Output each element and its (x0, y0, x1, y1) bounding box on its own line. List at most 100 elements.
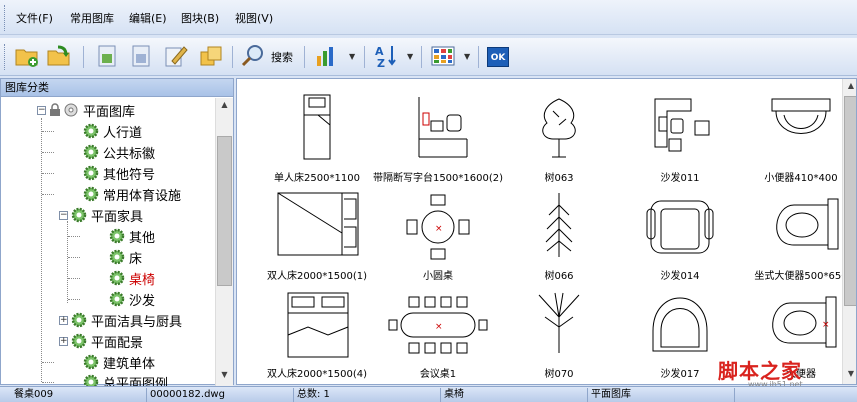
menu-file[interactable]: 文件(F) (16, 10, 53, 26)
tree-connector (67, 221, 68, 303)
urinal-drawing (771, 98, 831, 134)
search-label[interactable]: 搜索 (271, 49, 293, 65)
expand-icon[interactable]: + (59, 336, 68, 346)
tree-item-other-symbols[interactable]: 其他符号 (83, 163, 155, 183)
toolbar-separator (421, 46, 422, 68)
gear-icon (109, 228, 125, 244)
tree-connector (41, 118, 42, 382)
scroll-thumb[interactable] (844, 96, 856, 306)
tree-item-site-plan-legend[interactable]: 总平面图例 (83, 372, 168, 386)
tree-item-label: 平面家具 (91, 209, 144, 225)
tree-item-label: 建筑单体 (103, 356, 156, 372)
tree-item-sidewalk[interactable]: 人行道 (83, 121, 142, 141)
grid-view-icon[interactable] (430, 43, 456, 69)
open-folder-icon[interactable] (46, 43, 72, 69)
svg-text:×: × (435, 322, 443, 332)
menu-view[interactable]: 视图(V) (235, 10, 273, 26)
status-item-name: 餐桌009 (0, 388, 147, 402)
gear-icon (109, 249, 125, 265)
toolbar-separator (83, 46, 84, 68)
tree-item-label: 桌椅 (129, 272, 156, 288)
tree-item-plan-library[interactable]: − 平面图库 (37, 100, 135, 120)
tree-item-other[interactable]: 其他 (109, 226, 155, 246)
status-category: 桌椅 (441, 388, 588, 402)
corner-sofa-drawing (654, 98, 710, 152)
double-bed-drawing (287, 292, 349, 358)
status-bar: 餐桌009 00000182.dwg 总数: 1 桌椅 平面图库 (0, 386, 857, 402)
tree-connector (68, 299, 80, 300)
new-folder-icon[interactable] (14, 43, 40, 69)
search-icon[interactable] (240, 43, 266, 69)
import-icon[interactable] (94, 43, 120, 69)
tree-item-label: 其他符号 (103, 167, 156, 183)
tree-drawing (542, 98, 576, 158)
tree-item-buildings[interactable]: 建筑单体 (83, 352, 155, 372)
chart-icon[interactable] (314, 43, 340, 69)
expand-icon[interactable]: + (59, 315, 68, 325)
tree-item-label: 平面洁具与厨具 (91, 314, 183, 330)
menu-bar: 文件(F) 常用图库 编辑(E) 图块(B) 视图(V) (0, 0, 857, 35)
toolbar-separator (478, 46, 479, 68)
view-dropdown-icon[interactable]: ▼ (464, 52, 470, 61)
gear-icon (71, 333, 87, 349)
tree-connector (68, 257, 80, 258)
block-thumbnail[interactable]: 小便器410*400 (742, 87, 856, 187)
status-count: 总数: 1 (294, 388, 441, 402)
single-bed-drawing (303, 94, 331, 160)
tree-item-bed[interactable]: 床 (109, 247, 142, 267)
chart-dropdown-icon[interactable]: ▼ (349, 52, 355, 61)
export-icon[interactable] (128, 43, 154, 69)
tree-scrollbar[interactable]: ▲ ▼ (215, 98, 233, 386)
scroll-down-icon[interactable]: ▼ (845, 369, 856, 383)
edit-icon[interactable] (162, 43, 188, 69)
sort-dropdown-icon[interactable]: ▼ (407, 52, 413, 61)
gear-icon (83, 354, 99, 370)
library-icon (64, 103, 78, 117)
tree-item-sports-facilities[interactable]: 常用体育设施 (83, 184, 181, 204)
tree-item-label: 人行道 (103, 125, 143, 141)
collapse-icon[interactable]: − (59, 210, 68, 220)
toolbar-grip[interactable] (4, 44, 7, 70)
tree-connector (42, 152, 54, 153)
menu-edit[interactable]: 编辑(E) (129, 10, 167, 26)
category-panel-header: 图库分类 (1, 79, 233, 97)
menu-grip[interactable] (4, 5, 7, 31)
scroll-up-icon[interactable]: ▲ (845, 81, 856, 95)
tree-item-plan-scenery[interactable]: + 平面配景 (59, 331, 143, 351)
grid-scrollbar[interactable]: ▲ ▼ (842, 79, 856, 384)
scroll-thumb[interactable] (217, 136, 232, 286)
pine-tree-drawing (545, 193, 573, 257)
block-label: 小便器410*400 (764, 173, 838, 184)
status-file-name: 00000182.dwg (147, 388, 294, 402)
copy-icon[interactable] (198, 43, 224, 69)
scroll-up-icon[interactable]: ▲ (218, 100, 231, 114)
toolbar-separator (232, 46, 233, 68)
conference-table-drawing: × (388, 296, 488, 354)
tree-item-label: 沙发 (129, 293, 156, 309)
collapse-icon[interactable]: − (37, 105, 46, 115)
tree-item-public-signs[interactable]: 公共标徽 (83, 142, 155, 162)
scroll-down-icon[interactable]: ▼ (218, 370, 231, 384)
tree-item-sanitary-kitchen[interactable]: + 平面洁具与厨具 (59, 310, 182, 330)
lounge-chair-drawing (652, 297, 708, 352)
tree-item-sofa[interactable]: 沙发 (109, 289, 155, 309)
menu-block[interactable]: 图块(B) (181, 10, 219, 26)
tree-connector (42, 173, 54, 174)
gear-icon (83, 186, 99, 202)
tree-connector (42, 382, 54, 383)
sort-az-icon[interactable]: A Z (373, 43, 399, 69)
tree-connector (68, 236, 80, 237)
armchair-drawing (646, 200, 714, 254)
tree-connector (42, 362, 54, 363)
tree-item-label: 公共标徽 (103, 146, 156, 162)
toilet-drawing: × (772, 296, 837, 348)
menu-common-library[interactable]: 常用图库 (70, 10, 114, 26)
desk-with-partition-drawing (418, 97, 468, 158)
ok-button[interactable]: OK (487, 47, 509, 67)
gear-icon (71, 312, 87, 328)
tree-item-plan-furniture[interactable]: − 平面家具 (59, 205, 143, 225)
block-thumbnail[interactable]: 坐式大便器500*650 (742, 185, 856, 285)
tree-item-tables-chairs[interactable]: 桌椅 (109, 268, 155, 288)
lock-icon (50, 103, 60, 116)
gear-icon (83, 144, 99, 160)
